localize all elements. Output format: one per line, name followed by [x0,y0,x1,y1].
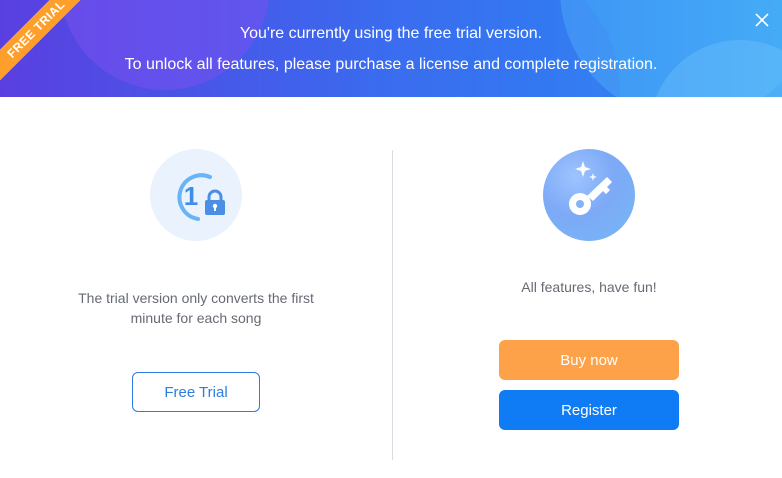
banner-decoration [60,0,270,90]
header-message-line2: To unlock all features, please purchase … [124,56,658,73]
free-trial-button[interactable]: Free Trial [132,372,260,412]
trial-icon-digit: 1 [184,181,198,211]
key-icon [569,161,612,215]
key-icon-badge [543,149,635,241]
full-version-description: All features, have fun! [521,279,657,295]
panel-divider [392,150,393,460]
register-button[interactable]: Register [499,390,679,430]
close-icon [755,13,769,27]
trial-lock-icon: 1 [177,173,225,221]
trial-description-line1: The trial version only converts the firs… [78,290,314,306]
trial-description-line2: minute for each song [130,310,262,326]
trial-description: The trial version only converts the firs… [60,288,332,328]
free-trial-badge: FREE TRIAL [0,0,90,90]
close-button[interactable] [752,10,772,30]
buy-now-button[interactable]: Buy now [499,340,679,380]
trial-icon-badge: 1 [150,149,242,241]
header-banner: FREE TRIAL You're currently using the fr… [0,0,782,97]
header-message-line1: You're currently using the free trial ve… [239,25,543,42]
